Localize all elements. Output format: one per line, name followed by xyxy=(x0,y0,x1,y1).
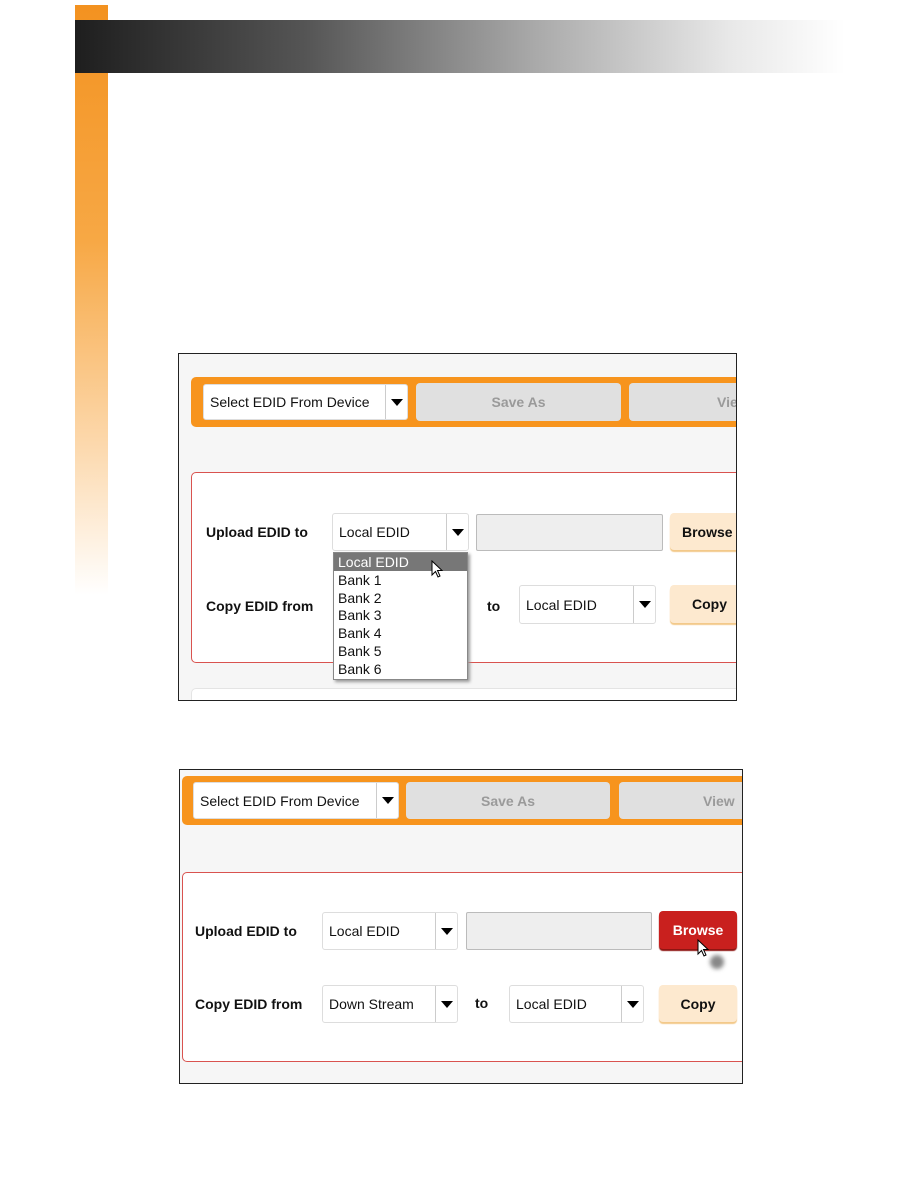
dropdown-option[interactable]: Bank 5 xyxy=(334,642,467,660)
save-as-button[interactable]: Save As xyxy=(406,782,610,819)
copy-source-value: Down Stream xyxy=(329,996,414,1012)
copy-label: Copy EDID from xyxy=(206,598,314,614)
dropdown-option[interactable]: Bank 2 xyxy=(334,589,467,607)
chevron-down-icon xyxy=(435,913,457,949)
mouse-cursor-icon xyxy=(697,939,710,957)
upload-target-value: Local EDID xyxy=(339,524,410,540)
save-as-button[interactable]: Save As xyxy=(416,383,621,421)
chevron-down-icon xyxy=(376,783,398,818)
device-select-value: Select EDID From Device xyxy=(210,394,370,410)
to-label: to xyxy=(475,995,489,1011)
upload-target-value: Local EDID xyxy=(329,923,400,939)
chevron-down-icon xyxy=(621,986,643,1022)
toolbar: Select EDID From Device Save As View xyxy=(191,377,736,427)
click-indicator xyxy=(710,955,724,969)
view-button[interactable]: View xyxy=(629,383,736,421)
copy-source-select[interactable]: Down Stream xyxy=(322,985,458,1023)
screenshot-figure-1: Select EDID From Device Save As View Upl… xyxy=(178,353,737,701)
next-panel-edge xyxy=(191,688,736,700)
copy-button[interactable]: Copy xyxy=(659,985,737,1022)
dropdown-option[interactable]: Local EDID xyxy=(334,553,467,571)
copy-target-select[interactable]: Local EDID xyxy=(509,985,644,1023)
dropdown-option[interactable]: Bank 1 xyxy=(334,571,467,589)
upload-target-select[interactable]: Local EDID xyxy=(322,912,458,950)
device-select[interactable]: Select EDID From Device xyxy=(193,782,399,819)
device-select-value: Select EDID From Device xyxy=(200,792,360,809)
upload-label: Upload EDID to xyxy=(195,923,297,939)
chevron-down-icon xyxy=(435,986,457,1022)
upload-target-dropdown: Local EDID Bank 1 Bank 2 Bank 3 Bank 4 B… xyxy=(333,552,468,680)
file-path-field[interactable] xyxy=(476,514,663,551)
copy-label: Copy EDID from xyxy=(195,996,303,1012)
copy-target-value: Local EDID xyxy=(516,996,587,1012)
page-header-bar xyxy=(75,20,845,73)
copy-target-select[interactable]: Local EDID xyxy=(519,585,656,624)
browse-button[interactable]: Browse xyxy=(670,513,736,550)
upload-target-select[interactable]: Local EDID xyxy=(332,513,469,551)
mouse-cursor-icon xyxy=(431,560,444,578)
side-accent-bar xyxy=(75,5,108,595)
edid-panel xyxy=(182,872,742,1062)
to-label: to xyxy=(487,598,501,614)
device-select[interactable]: Select EDID From Device xyxy=(203,384,408,420)
file-path-field[interactable] xyxy=(466,912,652,950)
dropdown-option[interactable]: Bank 3 xyxy=(334,606,467,624)
chevron-down-icon xyxy=(633,586,655,623)
chevron-down-icon xyxy=(385,385,407,419)
upload-label: Upload EDID to xyxy=(206,524,308,540)
screenshot-figure-2: Select EDID From Device Save As View Upl… xyxy=(179,769,743,1084)
dropdown-option[interactable]: Bank 6 xyxy=(334,660,467,678)
copy-button[interactable]: Copy xyxy=(670,585,736,623)
view-button[interactable]: View xyxy=(619,782,742,819)
dropdown-option[interactable]: Bank 4 xyxy=(334,624,467,642)
toolbar: Select EDID From Device Save As View xyxy=(182,776,742,825)
copy-target-value: Local EDID xyxy=(526,596,597,613)
chevron-down-icon xyxy=(446,514,468,550)
